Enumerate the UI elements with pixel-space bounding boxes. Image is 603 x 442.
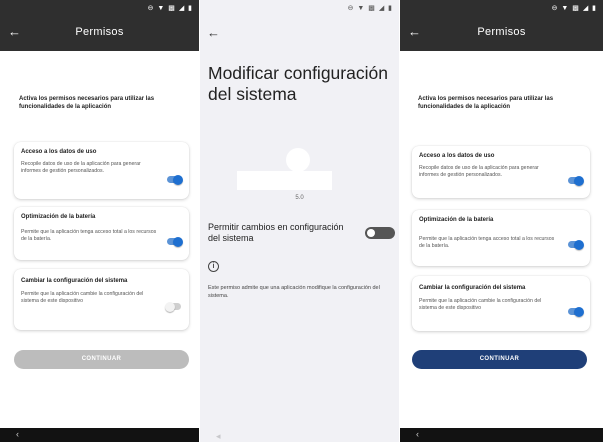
app-bar: ⊖ ▼ ▩ ◢ ▮ ← Permisos [400,0,603,51]
settings-heading: Modificar configuración del sistema [208,63,388,104]
system-settings-toggle[interactable] [165,301,181,312]
permission-card-usage-data: Acceso a los datos de uso Recopile datos… [14,142,189,199]
modify-system-settings-screen: ⊖ ▼ ▩ ◢ ▮ ← Modificar configuración del … [200,0,399,442]
permission-title: Cambiar la configuración del sistema [419,285,526,291]
app-name-redacted [237,171,332,190]
toggle-knob [165,301,175,312]
permission-title: Cambiar la configuración del sistema [21,278,128,284]
permission-card-usage-data: Acceso a los datos de uso Recopile datos… [412,146,590,198]
permission-note: Este permiso admite que una aplicación m… [208,285,380,299]
permission-description: Recopile datos de uso de la aplicación p… [419,165,539,178]
permissions-screen-initial: ⊖ ▼ ▩ ◢ ▮ ← Permisos Activa los permisos… [0,0,199,442]
permission-description: Recopile datos de uso de la aplicación p… [21,161,141,174]
toggle-knob [173,174,183,185]
system-nav-bar: ‹ [0,428,199,442]
permission-card-battery: Optimización de la batería Permite que l… [412,210,590,266]
system-nav-bar: ‹ [400,428,603,442]
permission-description: Permite que la aplicación tenga acceso t… [419,236,555,249]
intro-text: Activa los permisos necesarios para util… [19,96,155,110]
permission-title: Optimización de la batería [21,214,96,220]
permission-title: Optimización de la batería [419,217,494,223]
nav-back-icon[interactable]: ◂ [216,431,221,442]
status-bar-icons: ⊖ ▼ ▩ ◢ ▮ [347,5,393,12]
system-settings-toggle[interactable] [568,306,584,317]
toggle-knob [574,306,584,317]
continue-button[interactable]: CONTINUAR [412,350,587,369]
allow-changes-label: Permitir cambios en configuración del si… [208,222,344,243]
permission-description: Permite que la aplicación cambie la conf… [21,291,144,304]
status-bar-icons: ⊖ ▼ ▩ ◢ ▮ [551,5,597,12]
app-icon [286,148,310,172]
app-version: 5.0 [295,195,304,201]
permissions-screen-granted: ⊖ ▼ ▩ ◢ ▮ ← Permisos Activa los permisos… [400,0,603,442]
intro-text: Activa los permisos necesarios para util… [418,96,554,110]
permission-card-battery: Optimización de la batería Permite que l… [14,207,189,260]
permission-description: Permite que la aplicación cambie la conf… [419,298,542,311]
allow-changes-switch[interactable] [365,227,395,239]
toggle-knob [574,239,584,250]
page-title: Permisos [75,26,124,38]
nav-back-icon[interactable]: ‹ [16,429,19,439]
battery-toggle[interactable] [167,236,183,247]
usage-data-toggle[interactable] [568,175,584,186]
permission-card-system-settings: Cambiar la configuración del sistema Per… [14,269,189,330]
permission-description: Permite que la aplicación tenga acceso t… [21,229,157,242]
permission-title: Acceso a los datos de uso [21,149,97,155]
info-icon: i [208,261,219,272]
page-title: Permisos [477,26,526,38]
status-bar-icons: ⊖ ▼ ▩ ◢ ▮ [147,5,193,12]
permission-title: Acceso a los datos de uso [419,153,495,159]
app-bar: ⊖ ▼ ▩ ◢ ▮ ← Permisos [0,0,199,51]
continue-button-disabled[interactable]: CONTINUAR [14,350,189,369]
battery-toggle[interactable] [568,239,584,250]
switch-knob [367,229,375,237]
permission-card-system-settings: Cambiar la configuración del sistema Per… [412,276,590,331]
toggle-knob [173,236,183,247]
settings-top-bar: ⊖ ▼ ▩ ◢ ▮ ← [200,0,399,51]
usage-data-toggle[interactable] [167,174,183,185]
nav-back-icon[interactable]: ‹ [416,429,419,439]
toggle-knob [574,175,584,186]
back-arrow-icon[interactable]: ← [207,25,220,40]
